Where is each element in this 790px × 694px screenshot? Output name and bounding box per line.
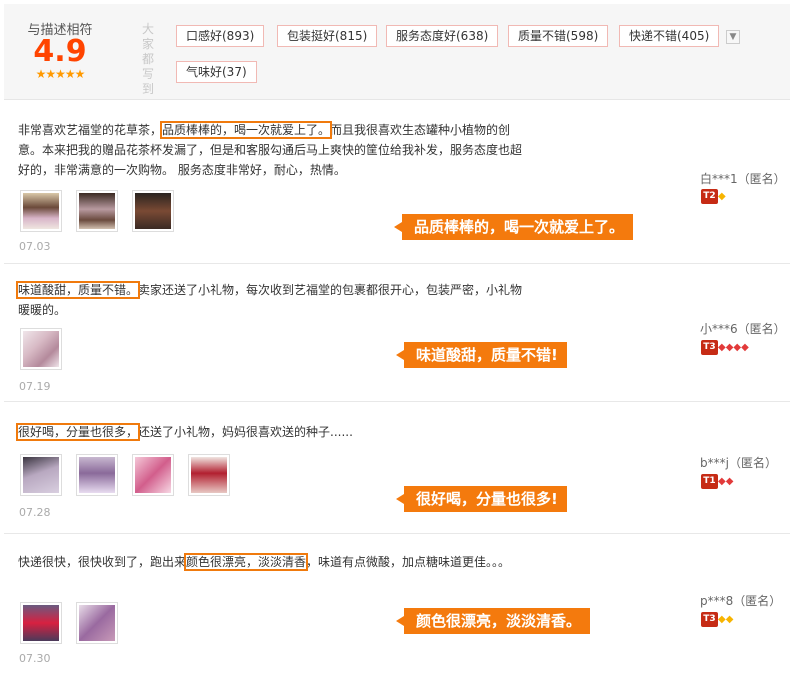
review-photo-thumbnail[interactable] [20, 454, 62, 496]
review-photo-thumbnail[interactable] [20, 602, 62, 644]
tags-side-label: 大家都写到 [141, 22, 154, 96]
review-item: 很好喝，分量也很多，还送了小礼物，妈妈很喜欢送的种子...... 07.28 b… [4, 402, 790, 534]
review-text-post: ，味道有点微酸，加点糖味道更佳。。。 [306, 555, 511, 569]
review-photo-thumbnail[interactable] [20, 190, 62, 232]
review-highlight: 味道酸甜，质量不错。 [15, 281, 141, 299]
level-badge: T3 [701, 612, 718, 627]
review-tag[interactable]: 口感好(893) [176, 25, 265, 47]
review-tag[interactable]: 服务态度好(638) [386, 25, 499, 47]
review-item: 非常喜欢艺福堂的花草茶，品质棒棒的，喝一次就爱上了。而且我很喜欢生态罐种小植物的… [4, 116, 790, 264]
review-item: 快递很快，很快收到了，跑出来颜色很漂亮，淡淡清香，味道有点微酸，加点糖味道更佳。… [4, 534, 790, 694]
red-diamond-icon: ◆◆ [718, 476, 734, 487]
review-photo-thumbnail[interactable] [132, 190, 174, 232]
review-text: 很好喝，分量也很多，还送了小礼物，妈妈很喜欢送的种子...... [15, 422, 528, 442]
reviewer-badges: T3 ◆◆◆◆ [701, 340, 749, 356]
level-badge: T1 [701, 474, 718, 489]
review-photo-thumbnail[interactable] [188, 454, 230, 496]
yellow-diamond-icon: ◆ [718, 191, 726, 202]
review-date: 07.03 [19, 240, 51, 253]
review-highlight: 颜色很漂亮，淡淡清香 [184, 553, 309, 571]
level-badge: T2 [701, 189, 718, 204]
review-tag[interactable]: 质量不错(598) [508, 25, 609, 47]
reviewer-name[interactable]: 小***6（匿名） [700, 320, 786, 337]
score-box: 与描述相符 4.9 ★★★★★ [4, 4, 116, 100]
review-tag[interactable]: 包装挺好(815) [277, 25, 378, 47]
review-photo-thumbnail[interactable] [20, 328, 62, 370]
review-text-pre: 非常喜欢艺福堂的花草茶， [18, 123, 163, 137]
rating-summary: 与描述相符 4.9 ★★★★★ 大家都写到 口感好(893) 包装挺好(815)… [4, 4, 790, 100]
review-text: 非常喜欢艺福堂的花草茶，品质棒棒的，喝一次就爱上了。而且我很喜欢生态罐种小植物的… [18, 120, 528, 180]
highlight-callout: 颜色很漂亮，淡淡清香。 [395, 608, 591, 634]
reviewer-name[interactable]: 白***1（匿名） [700, 170, 786, 187]
highlight-callout: 很好喝，分量也很多! [396, 486, 567, 512]
highlight-callout: 品质棒棒的，喝一次就爱上了。 [393, 214, 634, 240]
red-diamond-icon: ◆◆◆◆ [718, 342, 749, 353]
review-photo-thumbnail[interactable] [132, 454, 174, 496]
review-date: 07.28 [19, 506, 51, 519]
review-highlight: 品质棒棒的，喝一次就爱上了。 [160, 121, 333, 139]
review-item: 味道酸甜，质量不错。卖家还送了小礼物，每次收到艺福堂的包裹都很开心，包装严密，小… [4, 264, 790, 402]
yellow-diamond-icon: ◆◆ [718, 614, 734, 625]
review-tag[interactable]: 快递不错(405) [619, 25, 720, 47]
review-photo-thumbnail[interactable] [76, 190, 118, 232]
reviewer-badges: T3 ◆◆ [701, 612, 733, 628]
review-text-post: 还送了小礼物，妈妈很喜欢送的种子...... [138, 425, 353, 439]
score-value: 4.9 [33, 34, 87, 69]
reviewer-badges: T1 ◆◆ [701, 474, 733, 490]
review-photo-thumbnail[interactable] [76, 454, 118, 496]
chevron-down-icon[interactable]: ▼ [726, 30, 740, 44]
level-badge: T3 [701, 340, 718, 355]
review-date: 07.19 [19, 380, 51, 393]
star-rating: ★★★★★ [35, 67, 86, 81]
reviewer-name[interactable]: p***8（匿名） [700, 592, 781, 609]
reviewer-name[interactable]: b***j（匿名） [700, 454, 777, 471]
review-text: 快递很快，很快收到了，跑出来颜色很漂亮，淡淡清香，味道有点微酸，加点糖味道更佳。… [18, 552, 528, 572]
review-text: 味道酸甜，质量不错。卖家还送了小礼物，每次收到艺福堂的包裹都很开心，包装严密，小… [15, 280, 528, 320]
review-photo-thumbnail[interactable] [76, 602, 118, 644]
review-tag[interactable]: 气味好(37) [176, 61, 257, 83]
review-date: 07.30 [19, 652, 51, 665]
highlight-callout: 味道酸甜，质量不错! [396, 342, 567, 368]
reviewer-badges: T2 ◆ [701, 189, 726, 205]
review-text-pre: 快递很快，很快收到了，跑出来 [18, 555, 187, 569]
review-highlight: 很好喝，分量也很多， [15, 423, 141, 441]
